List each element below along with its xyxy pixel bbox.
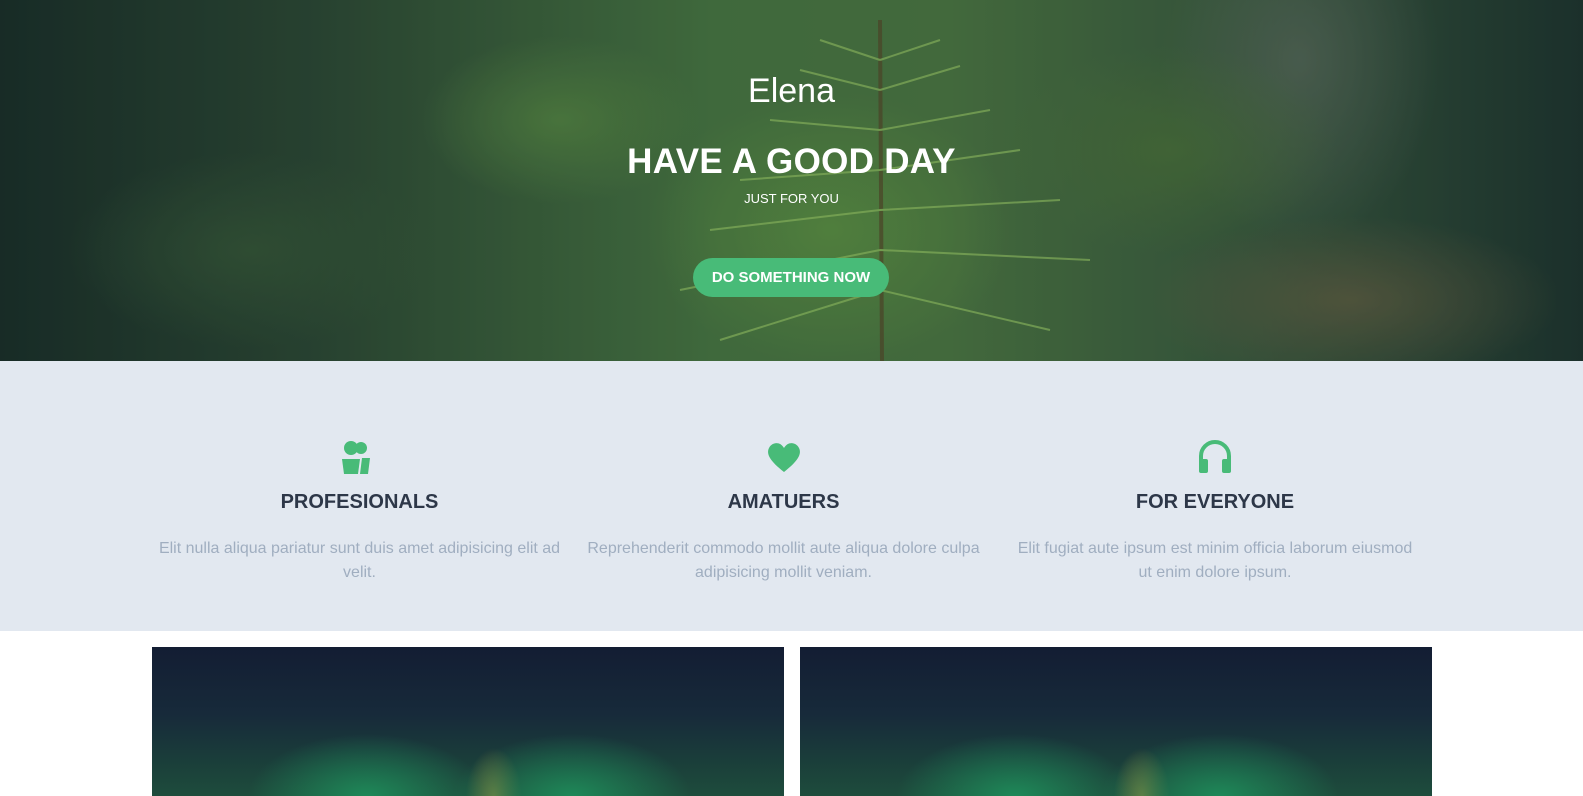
feature-title: PROFESIONALS [280,491,439,513]
heart-icon [768,443,800,472]
image-card[interactable] [152,647,784,796]
cta-button[interactable]: DO SOMETHING NOW [693,258,889,297]
features-section: PROFESIONALS Elit nulla aliqua pariatur … [0,361,1583,631]
feature-title: FOR EVERYONE [1135,491,1295,513]
brand-name: Elena [748,72,835,110]
hero-section: Elena HAVE A GOOD DAY JUST FOR YOU DO SO… [0,0,1583,361]
feature-title: AMATUERS [727,491,840,513]
headphones-icon [1199,440,1231,473]
image-card[interactable] [800,647,1432,796]
feature-text: Elit fugiat aute ipsum est minim officia… [1017,540,1413,581]
feature-text: Elit nulla aliqua pariatur sunt duis ame… [158,540,561,581]
hero-subline: JUST FOR YOU [744,191,839,206]
feature-text: Reprehenderit commodo mollit aute aliqua… [587,540,980,581]
hero-headline: HAVE A GOOD DAY [627,142,956,181]
users-icon [342,441,370,474]
